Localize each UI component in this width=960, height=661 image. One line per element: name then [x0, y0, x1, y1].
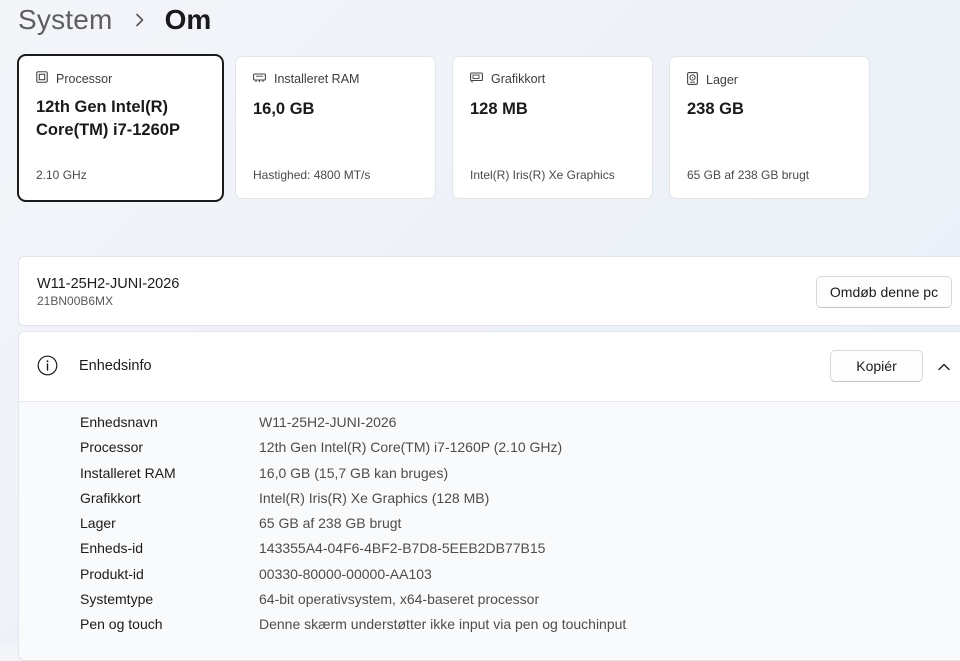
spec-value: 12th Gen Intel(R) Core(TM) i7-1260P (2.1…: [259, 439, 563, 456]
spec-label: Installeret RAM: [80, 464, 176, 481]
spec-value: 16,0 GB (15,7 GB kan bruges): [259, 464, 449, 481]
spec-value: 00330-80000-00000-AA103: [259, 565, 432, 582]
spec-row-graphics: Grafikkort Intel(R) Iris(R) Xe Graphics …: [19, 486, 960, 511]
card-label: Grafikkort: [491, 72, 546, 86]
spec-label: Pen og touch: [80, 616, 163, 633]
device-info-header[interactable]: Enhedsinfo Kopiér: [19, 332, 960, 402]
spec-label: Enheds-id: [80, 540, 144, 557]
chevron-right-icon: [127, 13, 153, 27]
device-info-title: Enhedsinfo: [79, 358, 152, 374]
storage-card[interactable]: Lager 238 GB 65 GB af 238 GB brugt: [669, 56, 870, 199]
copy-button[interactable]: Kopiér: [830, 350, 923, 382]
spec-label: Enhedsnavn: [80, 414, 158, 430]
spec-row-product-id: Produkt-id 00330-80000-00000-AA103: [19, 562, 960, 587]
processor-card[interactable]: Processor 12th Gen Intel(R) Core(TM) i7-…: [17, 54, 224, 202]
device-name-panel: W11-25H2-JUNI-2026 21BN00B6MX Omdøb denn…: [18, 256, 960, 326]
spec-value: Denne skærm understøtter ikke input via …: [259, 616, 627, 633]
spec-row-processor: Processor 12th Gen Intel(R) Core(TM) i7-…: [19, 435, 960, 460]
cpu-icon: [36, 71, 56, 86]
spec-label: Processor: [80, 439, 144, 456]
spec-label: Produkt-id: [80, 565, 144, 582]
card-value: 12th Gen Intel(R) Core(TM) i7-1260P: [36, 98, 180, 139]
page-title: Om: [164, 4, 212, 35]
spec-value: 143355A4-04F6-4BF2-B7D8-5EEB2DB77B15: [259, 540, 546, 557]
gpu-card[interactable]: Grafikkort 128 MB Intel(R) Iris(R) Xe Gr…: [452, 56, 653, 199]
card-value: 128 MB: [470, 100, 528, 118]
device-name: W11-25H2-JUNI-2026: [37, 276, 180, 292]
card-sub: Intel(R) Iris(R) Xe Graphics: [470, 168, 615, 182]
spec-row-storage: Lager 65 GB af 238 GB brugt: [19, 511, 960, 536]
chevron-up-icon[interactable]: [933, 358, 955, 376]
breadcrumb: System Om: [18, 2, 211, 38]
card-label: Installeret RAM: [274, 72, 360, 86]
ram-card[interactable]: Installeret RAM 16,0 GB Hastighed: 4800 …: [235, 56, 436, 199]
gpu-icon: [470, 72, 491, 86]
spec-label: Lager: [80, 515, 116, 532]
card-value: 238 GB: [687, 100, 744, 118]
storage-icon: [687, 72, 706, 88]
card-sub: 65 GB af 238 GB brugt: [687, 168, 810, 182]
spec-value: 64-bit operativsystem, x64-baseret proce…: [259, 591, 540, 608]
breadcrumb-system[interactable]: System: [18, 4, 113, 36]
ram-icon: [253, 72, 274, 86]
card-value: 16,0 GB: [253, 100, 315, 118]
card-label: Lager: [706, 73, 738, 87]
spec-row-device-name: Enhedsnavn W11-25H2-JUNI-2026: [19, 410, 960, 435]
card-sub: Hastighed: 4800 MT/s: [253, 168, 371, 182]
device-specs-list: Enhedsnavn W11-25H2-JUNI-2026 Processor …: [19, 410, 960, 638]
card-sub: 2.10 GHz: [36, 168, 87, 182]
spec-value: Intel(R) Iris(R) Xe Graphics (128 MB): [259, 489, 490, 506]
device-info-panel: Enhedsinfo Kopiér Enhedsnavn W11-25H2-JU…: [18, 331, 960, 661]
device-model: 21BN00B6MX: [37, 294, 114, 308]
spec-row-device-id: Enheds-id 143355A4-04F6-4BF2-B7D8-5EEB2D…: [19, 536, 960, 561]
spec-row-ram: Installeret RAM 16,0 GB (15,7 GB kan bru…: [19, 461, 960, 486]
spec-label: Grafikkort: [80, 489, 141, 506]
spec-value: 65 GB af 238 GB brugt: [259, 515, 402, 532]
info-icon: [37, 355, 58, 381]
card-label: Processor: [56, 71, 113, 86]
spec-label: Systemtype: [80, 591, 154, 608]
spec-value: W11-25H2-JUNI-2026: [259, 414, 397, 430]
rename-pc-button[interactable]: Omdøb denne pc: [816, 276, 952, 308]
spec-row-system-type: Systemtype 64-bit operativsystem, x64-ba…: [19, 587, 960, 612]
spec-row-pen-touch: Pen og touch Denne skærm understøtter ik…: [19, 612, 960, 637]
